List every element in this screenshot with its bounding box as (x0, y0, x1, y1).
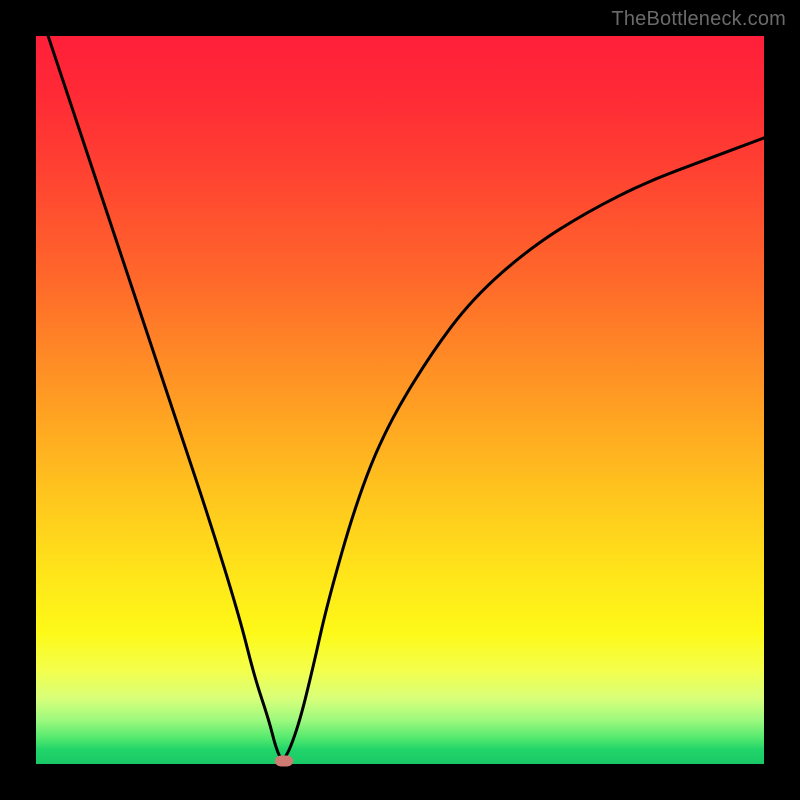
chart-frame: TheBottleneck.com (0, 0, 800, 800)
bottleneck-curve (36, 36, 764, 759)
attribution-text: TheBottleneck.com (611, 8, 786, 31)
plot-area (36, 36, 764, 764)
curve-layer (36, 36, 764, 764)
minimum-marker (275, 756, 293, 767)
